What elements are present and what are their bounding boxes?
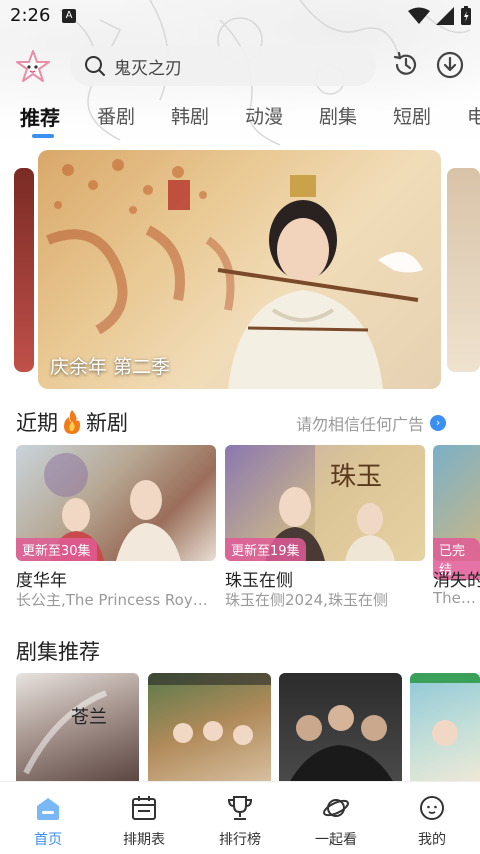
card-subtitle: The Va: [433, 589, 480, 607]
drama-poster[interactable]: [148, 673, 271, 783]
nav-schedule[interactable]: 排期表: [96, 782, 192, 854]
nav-watch-together[interactable]: 一起看: [288, 782, 384, 854]
search-input[interactable]: 鬼灭之刃: [114, 54, 182, 79]
card-title: 度华年: [16, 571, 67, 591]
episode-badge: 更新至30集: [16, 538, 97, 561]
tab-korean-drama[interactable]: 韩剧: [171, 102, 209, 129]
nav-ranking[interactable]: 排行榜: [192, 782, 288, 854]
card-subtitle: 珠玉在侧2024,珠玉在侧: [225, 591, 388, 609]
category-tabs: 推荐 番剧 韩剧 动漫 剧集 短剧 电: [0, 98, 480, 138]
wifi-icon: [408, 7, 430, 24]
carousel-banner[interactable]: 庆余年 第二季: [38, 150, 441, 389]
calendar-icon: [132, 796, 156, 820]
recent-section-title: 近期 新剧: [16, 407, 128, 437]
svg-text:苍兰: 苍兰: [71, 707, 107, 728]
recent-title-part2: 新剧: [86, 411, 128, 435]
nav-profile[interactable]: 我的: [384, 782, 480, 854]
nav-schedule-label: 排期表: [123, 832, 165, 848]
download-icon[interactable]: [436, 51, 464, 79]
banner-title: 庆余年 第二季: [50, 356, 171, 378]
planet-icon: [323, 799, 349, 817]
search-bar[interactable]: 鬼灭之刃: [70, 46, 376, 86]
bottom-navigation: 首页 排期表 排行榜 一起看 我的: [0, 781, 480, 853]
search-icon: [85, 56, 105, 76]
tab-indicator: [32, 134, 54, 138]
nav-home-label: 首页: [34, 832, 62, 848]
trophy-icon: [227, 796, 253, 820]
nav-ranking-label: 排行榜: [219, 832, 261, 848]
drama-poster[interactable]: 苍兰: [16, 673, 139, 783]
tab-animation[interactable]: 动漫: [245, 102, 283, 129]
signal-icon: [436, 7, 454, 25]
episode-badge: 更新至19集: [225, 538, 306, 561]
drama-poster[interactable]: [279, 673, 402, 783]
card-title: 消失的: [433, 571, 480, 591]
nav-profile-label: 我的: [418, 832, 446, 848]
recent-title-part1: 近期: [16, 411, 58, 435]
drama-poster[interactable]: [410, 673, 480, 783]
ad-warning-text: 请勿相信任何广告: [296, 415, 425, 434]
carousel-next-slide[interactable]: [447, 168, 480, 372]
tab-recommend[interactable]: 推荐: [20, 102, 60, 131]
fire-icon: [64, 410, 80, 434]
app-logo-icon[interactable]: [14, 48, 52, 86]
status-time: 2:26: [10, 5, 51, 26]
drama-card[interactable]: 已完结 消失的 The Va: [433, 445, 480, 615]
history-icon[interactable]: [392, 51, 420, 79]
svg-text:珠玉: 珠玉: [330, 462, 382, 492]
card-title: 珠玉在侧: [225, 571, 293, 591]
card-subtitle: 长公主,The Princess Royal...: [16, 591, 216, 609]
chevron-right-icon: ›: [430, 415, 447, 431]
nav-watch-together-label: 一起看: [315, 832, 357, 848]
tab-movie[interactable]: 电: [467, 102, 480, 129]
home-icon: [37, 798, 59, 820]
drama-card[interactable]: 珠玉 更新至19集 珠玉在侧 珠玉在侧2024,珠玉在侧: [225, 445, 425, 615]
notification-icon: A: [62, 9, 76, 23]
status-bar: 2:26 A: [0, 0, 480, 34]
drama-card[interactable]: 更新至30集 度华年 长公主,The Princess Royal...: [16, 445, 216, 615]
nav-home[interactable]: 首页: [0, 782, 96, 854]
profile-icon: [420, 796, 444, 820]
carousel-prev-slide[interactable]: [14, 168, 34, 372]
battery-icon: [461, 6, 471, 25]
drama-section-title: 剧集推荐: [16, 640, 100, 664]
tab-short-drama[interactable]: 短剧: [393, 102, 431, 129]
ad-warning-link[interactable]: 请勿相信任何广告 ›: [296, 411, 447, 435]
tab-drama[interactable]: 剧集: [319, 102, 357, 129]
tab-anime-series[interactable]: 番剧: [97, 102, 135, 129]
